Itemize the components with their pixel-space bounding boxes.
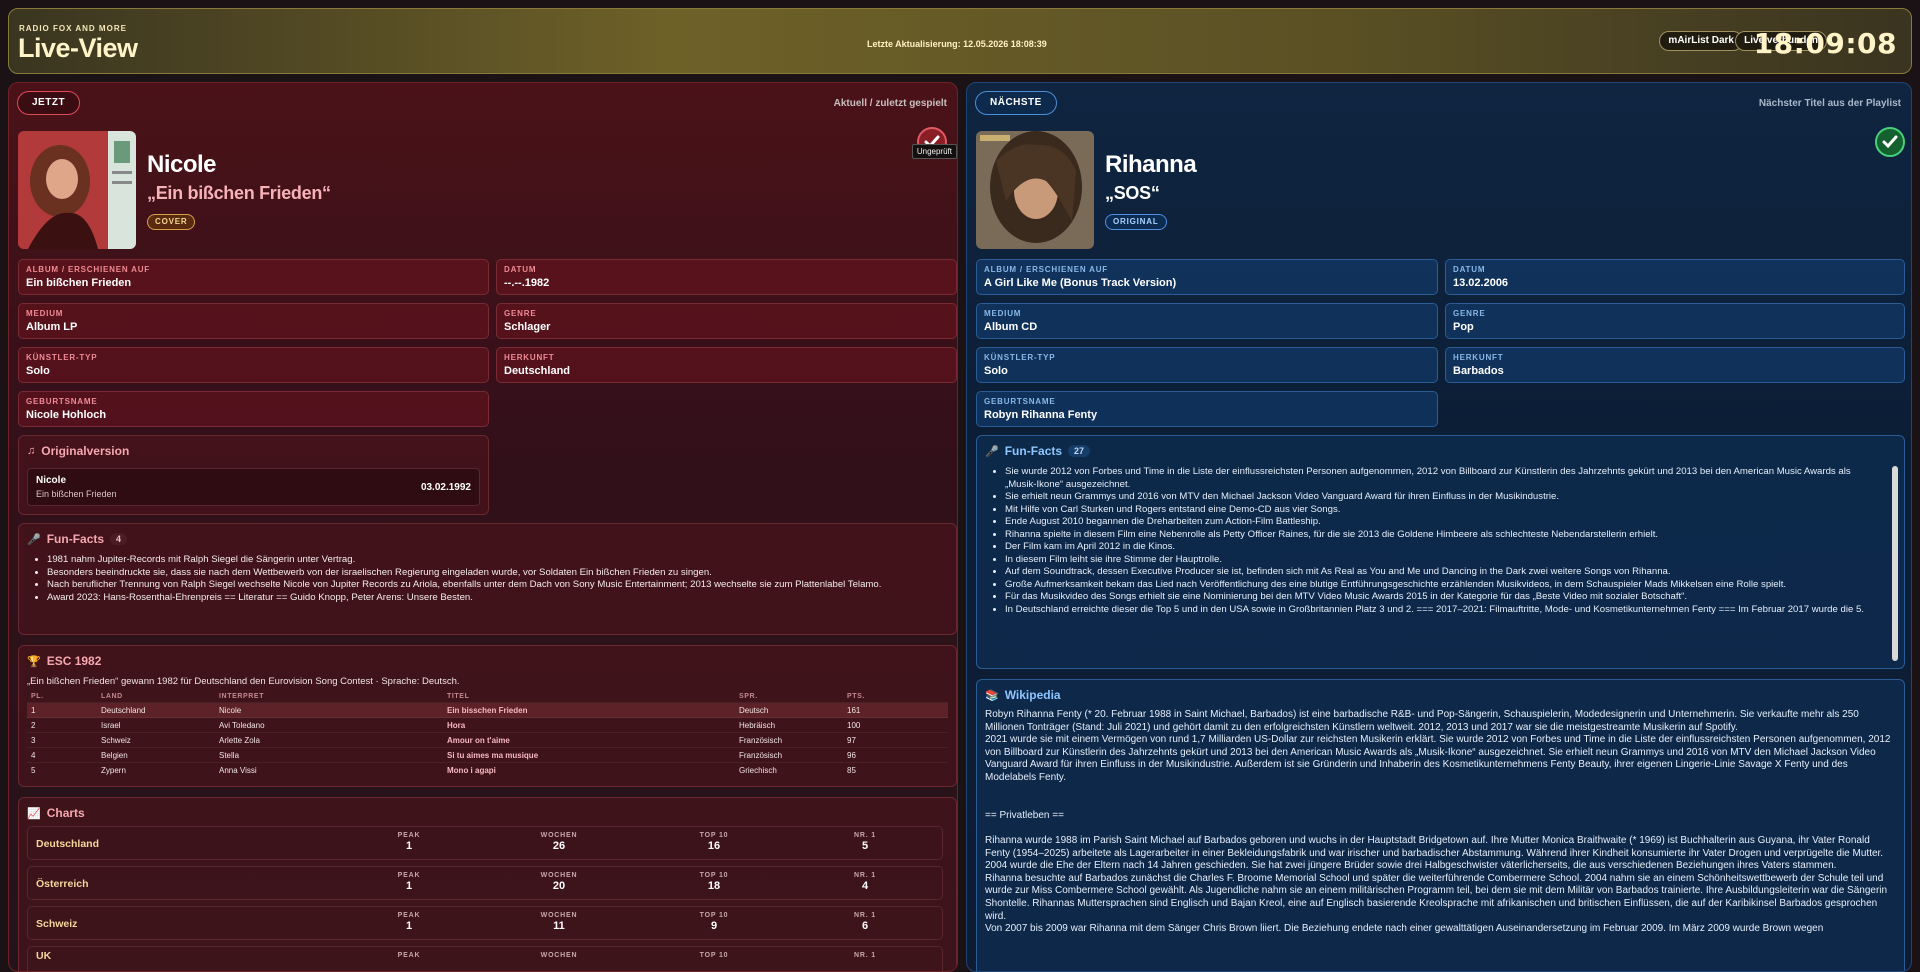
- header-bar: RADIO FOX AND MORE Live-View Letzte Aktu…: [8, 8, 1912, 74]
- now-hint: Aktuell / zuletzt gespielt: [833, 98, 947, 109]
- chart-row-schweiz: Schweiz PEAK 1 WOCHEN 11 TOP 10 9 NR. 16: [27, 906, 943, 940]
- next-field-artist-type: KÜNSTLER-TYP Solo: [976, 347, 1438, 383]
- last-update-text: Letzte Aktualisierung: 12.05.2026 18:08:…: [867, 39, 1047, 49]
- now-funfacts-section: 🎤 Fun-Facts 4 1981 nahm Jupiter-Records mi…: [18, 523, 957, 635]
- now-field-album: ALBUM / ERSCHIENEN AUF Ein bißchen Fried…: [18, 259, 489, 295]
- list-item: Große Aufmerksamkeit bekam das Lied nach…: [1005, 579, 1878, 592]
- table-row: 4 Belgien Stella Si tu aimes ma musique Fran…: [27, 747, 948, 763]
- chart-icon: 📈: [27, 807, 41, 820]
- verified-check-icon[interactable]: [1875, 127, 1905, 157]
- table-row: 3 Schweiz Arlette Zola Amour on t'aime Franz…: [27, 732, 948, 748]
- funfacts-scrollbar[interactable]: [1892, 466, 1898, 661]
- list-item: Rihanna spielte in diesem Film eine Nebe…: [1005, 529, 1878, 542]
- list-item: Sie erhielt neun Grammys und 2016 von MT…: [1005, 491, 1878, 504]
- now-funfacts-title: Fun-Facts: [46, 532, 105, 546]
- microphone-icon: 🎤: [985, 445, 999, 458]
- next-title: „SOS“: [1105, 183, 1160, 203]
- brand-subtitle: RADIO FOX AND MORE: [19, 24, 127, 33]
- now-version-badge: COVER: [147, 214, 196, 230]
- music-note-icon: ♫: [27, 445, 36, 457]
- next-tag: NÄCHSTE: [975, 91, 1057, 115]
- now-title: „Ein bißchen Frieden“: [147, 183, 331, 203]
- esc-header-row: PL. LAND INTERPRET TITEL SPR. PTS.: [31, 693, 865, 700]
- original-version-section: ♫ Originalversion Nicole Ein bißchen Frie…: [18, 435, 489, 515]
- list-item: In diesem Film leiht sie ihre Stimme der…: [1005, 554, 1878, 567]
- charts-section: 📈 Charts Deutschland PEAK 1 WOCHEN 26 TOP 1…: [18, 797, 957, 971]
- clock: 18:09:08: [1753, 27, 1897, 60]
- chart-row-uk: UK PEAK WOCHEN TOP 10 NR. 1: [27, 946, 943, 971]
- next-artist: Rihanna: [1105, 151, 1197, 178]
- now-field-origin: HERKUNFT Deutschland: [496, 347, 957, 383]
- next-funfacts-section: 🎤 Fun-Facts 27 Sie wurde 2012 von Forbes u…: [976, 435, 1905, 669]
- list-item: Ende August 2010 begannen die Dreharbeit…: [1005, 516, 1878, 529]
- next-field-origin: HERKUNFT Barbados: [1445, 347, 1905, 383]
- list-item: Auf dem Soundtrack, dessen Executive Pro…: [1005, 566, 1878, 579]
- list-item: Award 2023: Hans-Rosenthal-Ehrenpreis ==…: [47, 592, 948, 605]
- table-row: 2 Israel Avi Toledano Hora Hebräisch 100: [27, 717, 948, 733]
- now-field-datum: DATUM --.--.1982: [496, 259, 957, 295]
- list-item: Mit Hilfe von Carl Sturken und Rogers en…: [1005, 504, 1878, 517]
- list-item: 1981 nahm Jupiter-Records mit Ralph Sieg…: [47, 554, 948, 567]
- wikipedia-section: 📚 Wikipedia Robyn Rihanna Fenty (* 20. Fe…: [976, 679, 1905, 971]
- list-item: Nach beruflicher Trennung von Ralph Sieg…: [47, 579, 948, 592]
- chart-row-oesterreich: Österreich PEAK 1 WOCHEN 20 TOP 10 18 NR. 1…: [27, 866, 943, 900]
- next-hint: Nächster Titel aus der Playlist: [1758, 98, 1901, 109]
- next-cover-art: [976, 131, 1094, 249]
- esc-section: 🏆 ESC 1982 „Ein bißchen Frieden“ gewann 1…: [18, 645, 957, 787]
- next-funfacts-title: Fun-Facts: [1004, 444, 1063, 458]
- table-row: 1 Deutschland Nicole Ein bisschen Frieden De…: [27, 702, 948, 718]
- esc-title: ESC 1982: [46, 654, 102, 668]
- original-version-card[interactable]: Nicole Ein bißchen Frieden 03.02.1992: [27, 468, 480, 506]
- list-item: In Deutschland erreichte dieser die Top …: [1005, 604, 1878, 617]
- table-row: 5 Zypern Anna Vissi Mono i agapi Griechisch 8…: [27, 762, 948, 777]
- now-cover-art: [18, 131, 136, 249]
- now-funfacts-list: 1981 nahm Jupiter-Records mit Ralph Sieg…: [27, 554, 948, 604]
- list-item: Besonders beeindruckte sie, dass sie nac…: [47, 567, 948, 580]
- now-playing-panel: JETZT Aktuell / zuletzt gespielt Nicole …: [8, 82, 958, 972]
- books-icon: 📚: [985, 689, 999, 702]
- theme-pill[interactable]: mAirList Dark: [1659, 31, 1743, 51]
- original-song: Ein bißchen Frieden: [36, 489, 117, 499]
- list-item: Sie wurde 2012 von Forbes und Time in di…: [1005, 466, 1878, 491]
- now-field-artist-type: KÜNSTLER-TYP Solo: [18, 347, 489, 383]
- original-date: 03.02.1992: [420, 482, 471, 493]
- now-artist: Nicole: [147, 151, 217, 178]
- original-artist: Nicole: [36, 475, 67, 486]
- microphone-icon: 🎤: [27, 533, 41, 546]
- next-field-genre: GENRE Pop: [1445, 303, 1905, 339]
- charts-title: Charts: [46, 806, 85, 820]
- now-field-medium: MEDIUM Album LP: [18, 303, 489, 339]
- next-field-birthname: GEBURTSNAME Robyn Rihanna Fenty: [976, 391, 1438, 427]
- list-item: Für das Musikvideo des Songs erhielt sie…: [1005, 591, 1878, 604]
- next-funfacts-count: 27: [1068, 445, 1091, 457]
- wikipedia-text[interactable]: Robyn Rihanna Fenty (* 20. Februar 1988 …: [985, 709, 1896, 936]
- list-item: Der Film kam im April 2012 in die Kinos.: [1005, 541, 1878, 554]
- esc-description: „Ein bißchen Frieden“ gewann 1982 für De…: [27, 676, 460, 687]
- esc-table: PL. LAND INTERPRET TITEL SPR. PTS. 1 Deut…: [27, 691, 948, 777]
- now-field-birthname: GEBURTSNAME Nicole Hohloch: [18, 391, 489, 427]
- brand-title: Live-View: [18, 33, 138, 63]
- trophy-icon: 🏆: [27, 655, 41, 668]
- next-track-panel: NÄCHSTE Nächster Titel aus der Playlist …: [966, 82, 1912, 972]
- now-field-genre: GENRE Schlager: [496, 303, 957, 339]
- chart-row-deutschland: Deutschland PEAK 1 WOCHEN 26 TOP 10 16 NR. …: [27, 826, 943, 860]
- next-field-album: ALBUM / ERSCHIENEN AUF A Girl Like Me (B…: [976, 259, 1438, 295]
- check-tooltip: Ungeprüft: [911, 144, 957, 159]
- next-funfacts-list[interactable]: Sie wurde 2012 von Forbes und Time in di…: [985, 466, 1896, 666]
- now-tag: JETZT: [17, 91, 81, 115]
- next-field-datum: DATUM 13.02.2006: [1445, 259, 1905, 295]
- next-field-medium: MEDIUM Album CD: [976, 303, 1438, 339]
- next-version-badge: ORIGINAL: [1105, 214, 1167, 230]
- wikipedia-title: Wikipedia: [1004, 688, 1061, 702]
- now-funfacts-count: 4: [110, 533, 128, 545]
- original-version-title: Originalversion: [41, 444, 130, 458]
